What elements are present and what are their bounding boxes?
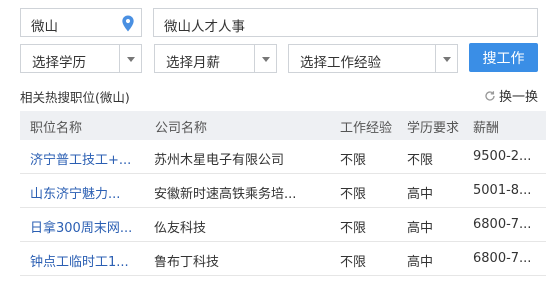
refresh-label: 换一换	[498, 90, 538, 105]
refresh-icon	[485, 90, 495, 101]
experience-value: 不限	[340, 153, 367, 168]
header-salary: 薪酬	[473, 121, 500, 136]
salary-value: 6800-7...	[473, 217, 532, 232]
header-job-title: 职位名称	[30, 121, 83, 136]
company-name: 苏州木星电子有限公司	[154, 153, 285, 168]
salary-select[interactable]: 选择月薪	[154, 44, 277, 73]
search-jobs-button[interactable]: 搜工作	[469, 43, 538, 72]
experience-select[interactable]: 选择工作经验	[288, 44, 458, 73]
location-input[interactable]: 微山	[20, 8, 142, 37]
section-title: 相关热搜职位(微山)	[20, 90, 130, 105]
education-value: 高中	[407, 221, 434, 236]
salary-select-label: 选择月薪	[166, 55, 220, 71]
company-name: 鲁布丁科技	[154, 255, 220, 270]
experience-value: 不限	[340, 187, 367, 202]
experience-value: 不限	[340, 221, 367, 236]
education-select[interactable]: 选择学历	[20, 44, 142, 73]
header-company: 公司名称	[155, 121, 208, 136]
salary-value: 9500-2...	[473, 149, 532, 164]
location-pin-icon[interactable]	[121, 15, 135, 32]
salary-value: 5001-8...	[473, 183, 532, 198]
education-value: 高中	[407, 187, 434, 202]
company-name: 安徽新时速高铁乘务培...	[154, 187, 297, 202]
job-title-link[interactable]: 济宁普工技工+...	[30, 149, 148, 168]
education-value: 不限	[407, 153, 434, 168]
location-value: 微山	[31, 19, 58, 35]
chevron-down-icon	[443, 57, 451, 62]
table-row[interactable]: 钟点工临时工1... 鲁布丁科技 不限 高中 6800-7...	[20, 242, 546, 276]
table-row[interactable]: 济宁普工技工+... 苏州木星电子有限公司 不限 不限 9500-2...	[20, 140, 546, 174]
job-title-link[interactable]: 山东济宁魅力...	[30, 183, 148, 202]
header-education: 学历要求	[407, 121, 460, 136]
refresh-button[interactable]: 换一换	[484, 86, 538, 105]
table-row[interactable]: 日拿300周末网... 仫友科技 不限 高中 6800-7...	[20, 208, 546, 242]
chevron-down-icon	[127, 57, 135, 62]
education-value: 高中	[407, 255, 434, 270]
salary-value: 6800-7...	[473, 251, 532, 266]
chevron-down-icon	[262, 57, 270, 62]
header-experience: 工作经验	[340, 121, 393, 136]
education-select-label: 选择学历	[32, 55, 86, 71]
keyword-value: 微山人才人事	[164, 19, 245, 35]
experience-select-label: 选择工作经验	[300, 55, 381, 71]
company-name: 仫友科技	[154, 221, 207, 236]
table-row[interactable]: 山东济宁魅力... 安徽新时速高铁乘务培... 不限 高中 5001-8...	[20, 174, 546, 208]
job-title-link[interactable]: 日拿300周末网...	[30, 217, 148, 236]
experience-value: 不限	[340, 255, 367, 270]
table-header: 职位名称 公司名称 工作经验 学历要求 薪酬	[20, 111, 546, 140]
job-title-link[interactable]: 钟点工临时工1...	[30, 251, 148, 270]
keyword-input[interactable]: 微山人才人事	[153, 8, 538, 37]
